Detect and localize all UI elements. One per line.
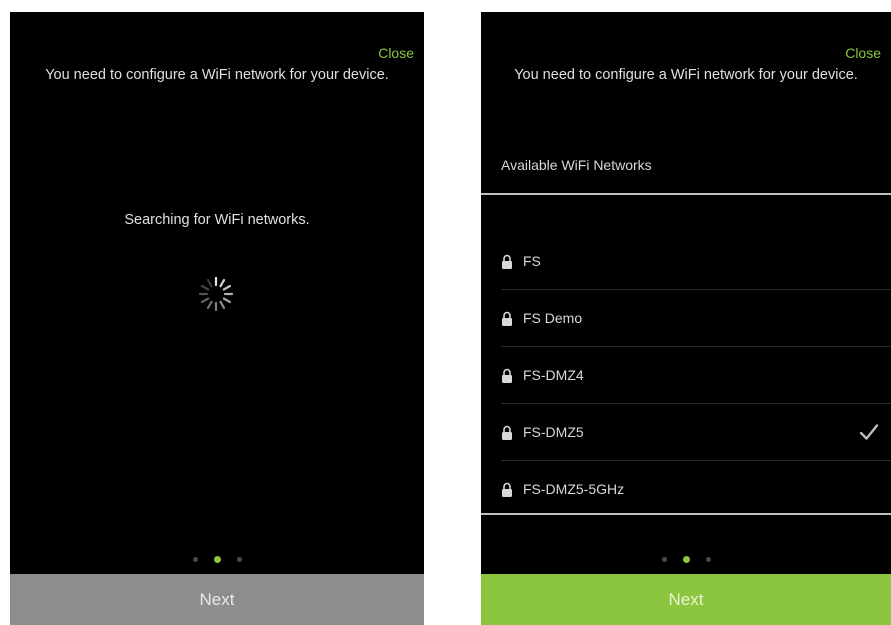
list-bottom-divider xyxy=(481,513,891,515)
page-dot xyxy=(705,557,711,563)
lock-icon xyxy=(502,368,512,383)
network-item[interactable]: FS Demo xyxy=(481,290,891,347)
page-dot xyxy=(661,557,667,563)
checkmark-icon xyxy=(859,424,879,440)
instruction-text: You need to configure a WiFi network for… xyxy=(45,67,389,83)
page-dot xyxy=(192,557,198,563)
network-item[interactable]: FS-DMZ5 xyxy=(481,404,891,461)
loading-spinner-icon xyxy=(198,276,234,312)
network-ssid: FS-DMZ5 xyxy=(523,424,584,440)
network-ssid: FS xyxy=(523,253,541,269)
page-indicator xyxy=(481,551,891,564)
network-ssid: FS-DMZ5-5GHz xyxy=(523,481,625,497)
network-item[interactable]: FS-DMZ4 xyxy=(481,347,891,404)
lock-icon xyxy=(502,425,512,440)
lock-icon xyxy=(502,311,512,326)
network-item[interactable]: FS xyxy=(481,233,891,290)
stage: Close You need to configure a WiFi netwo… xyxy=(0,0,891,625)
close-button[interactable]: Close xyxy=(378,45,414,61)
lock-icon xyxy=(502,482,512,497)
next-button-disabled[interactable]: Next xyxy=(10,574,424,625)
list-header: Available WiFi Networks xyxy=(501,157,652,173)
page-indicator xyxy=(10,551,424,564)
page-dot xyxy=(236,557,242,563)
next-button[interactable]: Next xyxy=(481,574,891,625)
close-button[interactable]: Close xyxy=(845,45,881,61)
network-item-partial[interactable] xyxy=(501,195,891,203)
network-item[interactable]: FS-DMZ5-5GHz xyxy=(481,461,891,513)
page-dot-active xyxy=(682,556,690,564)
instruction-text: You need to configure a WiFi network for… xyxy=(514,67,858,83)
searching-status: Searching for WiFi networks. xyxy=(124,212,310,228)
lock-icon xyxy=(502,254,512,269)
network-list[interactable]: FS FS Demo FS-DMZ4 FS-DMZ5 FS-DMZ5-5GHz xyxy=(481,195,891,513)
wifi-list-screen: Close You need to configure a WiFi netwo… xyxy=(481,12,891,625)
wifi-search-screen: Close You need to configure a WiFi netwo… xyxy=(10,12,424,625)
network-ssid: FS-DMZ4 xyxy=(523,367,584,383)
page-dot-active xyxy=(213,556,221,564)
network-ssid: FS Demo xyxy=(523,310,583,326)
